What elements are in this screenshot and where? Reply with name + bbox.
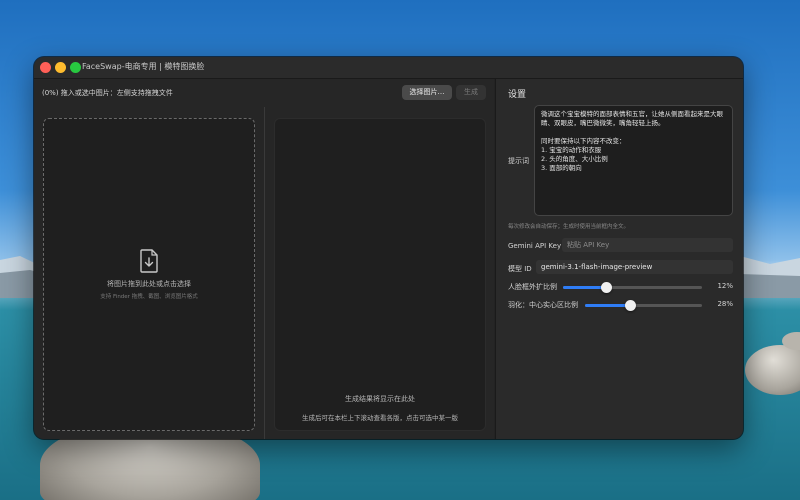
- image-panel: (0%) 拖入或选中图片：左侧支持拖拽文件 选择图片… 生成 将图片拖到此处或点…: [34, 79, 494, 439]
- document-download-icon: [140, 249, 158, 273]
- select-image-button[interactable]: 选择图片…: [402, 85, 452, 100]
- settings-panel: 设置 提示词 微调这个宝宝模特的面部表情和五官，让她从侧面看起来是大眼睛、双眼皮…: [495, 79, 743, 439]
- face-expand-slider[interactable]: [563, 282, 702, 293]
- feather-slider[interactable]: [585, 300, 702, 311]
- result-area[interactable]: 生成结果将显示在此处 生成后可在本栏上下滚动查看各版，点击可选中某一版: [274, 118, 486, 431]
- panel-divider: [264, 107, 265, 439]
- image-dropzone[interactable]: 将图片拖到此处或点击选择 支持 Finder 拖拽、截图、浏览图片格式: [43, 118, 255, 431]
- wallpaper-rock: [745, 345, 800, 395]
- zoom-window-button[interactable]: [70, 62, 81, 73]
- model-id-label: 模型 ID: [508, 265, 532, 273]
- api-key-input[interactable]: 粘贴 API Key: [562, 238, 733, 252]
- status-text: (0%) 拖入或选中图片：左侧支持拖拽文件: [42, 89, 173, 97]
- slider-thumb[interactable]: [600, 282, 612, 293]
- result-title: 生成结果将显示在此处: [345, 395, 415, 403]
- result-subtitle: 生成后可在本栏上下滚动查看各版，点击可选中某一版: [302, 414, 458, 422]
- generate-button[interactable]: 生成: [456, 85, 486, 100]
- minimize-window-button[interactable]: [55, 62, 66, 73]
- prompt-label: 提示词: [508, 157, 529, 165]
- face-expand-label: 人脸框外扩比例: [508, 283, 557, 291]
- feather-value: 28%: [717, 300, 733, 308]
- dropzone-title: 将图片拖到此处或点击选择: [107, 280, 191, 288]
- window-title: FaceSwap-电商专用 | 模特图换脸: [82, 62, 205, 71]
- feather-label: 羽化：中心实心区比例: [508, 301, 578, 309]
- model-id-input[interactable]: gemini-3.1-flash-image-preview: [536, 260, 733, 274]
- api-key-label: Gemini API Key: [508, 242, 562, 250]
- slider-fill: [563, 286, 607, 289]
- app-window: FaceSwap-电商专用 | 模特图换脸 (0%) 拖入或选中图片：左侧支持拖…: [34, 57, 743, 439]
- close-window-button[interactable]: [40, 62, 51, 73]
- settings-title: 设置: [508, 90, 527, 100]
- title-bar: FaceSwap-电商专用 | 模特图换脸: [34, 57, 743, 79]
- slider-fill: [585, 304, 631, 307]
- face-expand-value: 12%: [717, 282, 733, 290]
- autosave-note: 每次修改会自动保存；生成时使用当前框内全文。: [508, 224, 630, 230]
- dropzone-subtitle: 支持 Finder 拖拽、截图、浏览图片格式: [100, 294, 198, 300]
- slider-thumb[interactable]: [625, 300, 637, 311]
- prompt-textarea[interactable]: 微调这个宝宝模特的面部表情和五官，让她从侧面看起来是大眼睛、双眼皮，嘴巴微微笑，…: [534, 105, 733, 216]
